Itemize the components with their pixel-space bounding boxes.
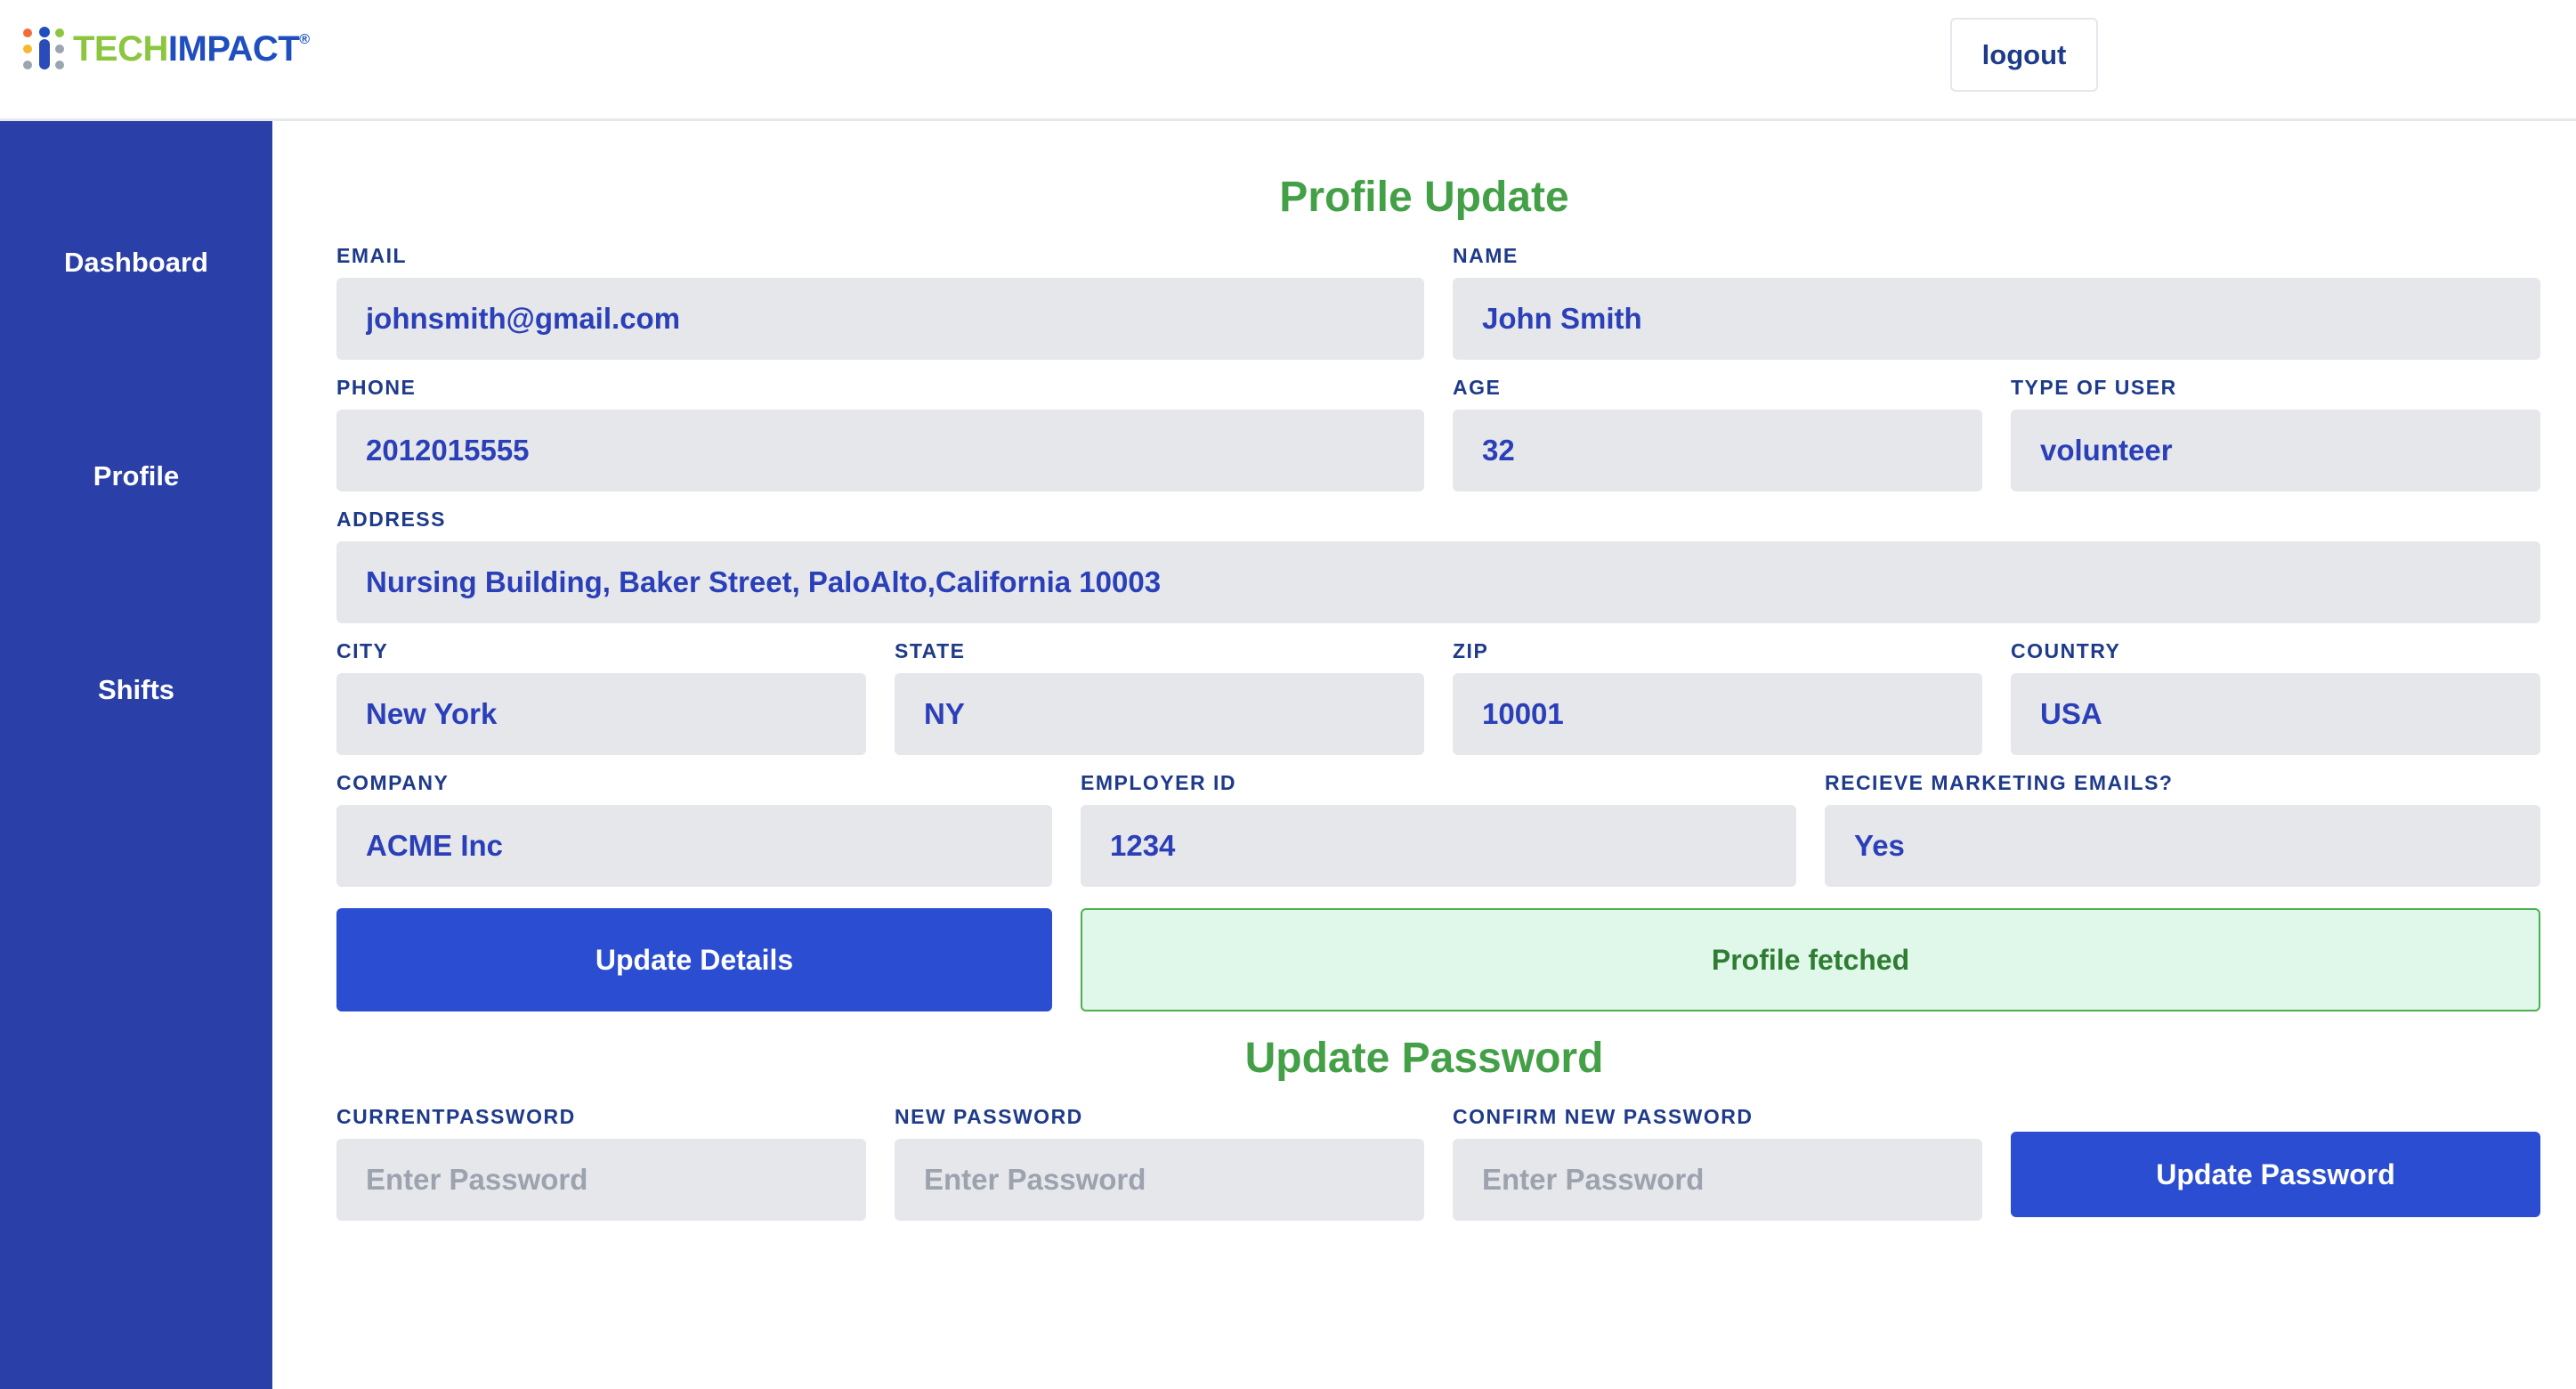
current-password-label: CURRENTPASSWORD	[336, 1105, 576, 1128]
sidebar-item-profile[interactable]: Profile	[0, 460, 272, 492]
profile-status-message: Profile fetched	[1081, 908, 2540, 1011]
logo-registered-mark: ®	[299, 32, 310, 47]
company-field[interactable]	[336, 805, 1052, 887]
email-label: EMAIL	[336, 244, 408, 267]
update-password-title: Update Password	[1244, 1035, 1604, 1082]
name-field[interactable]	[1453, 278, 2540, 360]
name-label: NAME	[1453, 244, 1519, 267]
employer-id-label: EMPLOYER ID	[1081, 771, 1236, 794]
logo-impact-text: IMPACT	[167, 29, 300, 69]
top-header: TECHIMPACT® logout	[0, 0, 2576, 121]
update-password-button[interactable]: Update Password	[2011, 1132, 2540, 1217]
sidebar-item-dashboard[interactable]: Dashboard	[0, 247, 272, 279]
profile-update-title: Profile Update	[1279, 174, 1569, 221]
city-label: CITY	[336, 639, 389, 662]
confirm-password-label: CONFIRM NEW PASSWORD	[1453, 1105, 1754, 1128]
logout-button[interactable]: logout	[1950, 18, 2098, 92]
company-label: COMPANY	[336, 771, 450, 794]
address-label: ADDRESS	[336, 508, 446, 531]
email-field[interactable]	[336, 278, 1424, 360]
country-field[interactable]	[2011, 673, 2540, 755]
new-password-label: NEW PASSWORD	[895, 1105, 1083, 1128]
type-of-user-label: TYPE OF USER	[2011, 376, 2177, 399]
update-details-button[interactable]: Update Details	[336, 908, 1052, 1011]
logo-tech-text: TECH	[73, 29, 168, 69]
logo-mark-icon	[23, 27, 66, 71]
age-label: AGE	[1453, 376, 1502, 399]
state-label: STATE	[895, 639, 966, 662]
address-field[interactable]	[336, 541, 2540, 623]
logo-wordmark: TECHIMPACT®	[73, 31, 310, 67]
sidebar-item-shifts[interactable]: Shifts	[0, 674, 272, 706]
current-password-field[interactable]	[336, 1139, 866, 1221]
new-password-field[interactable]	[895, 1139, 1424, 1221]
country-label: COUNTRY	[2011, 639, 2121, 662]
sidebar: Dashboard Profile Shifts	[0, 121, 272, 1389]
marketing-emails-label: RECIEVE MARKETING EMAILS?	[1825, 771, 2174, 794]
zip-field[interactable]	[1453, 673, 1982, 755]
employer-id-field[interactable]	[1081, 805, 1796, 887]
age-field[interactable]	[1453, 410, 1982, 491]
main-content: Profile Update EMAIL NAME PHONE AGE TYPE…	[272, 121, 2576, 1389]
techimpact-logo[interactable]: TECHIMPACT®	[23, 25, 310, 73]
city-field[interactable]	[336, 673, 866, 755]
marketing-emails-field[interactable]	[1825, 805, 2540, 887]
confirm-password-field[interactable]	[1453, 1139, 1982, 1221]
phone-field[interactable]	[336, 410, 1424, 491]
state-field[interactable]	[895, 673, 1424, 755]
phone-label: PHONE	[336, 376, 417, 399]
type-of-user-field[interactable]	[2011, 410, 2540, 491]
zip-label: ZIP	[1453, 639, 1489, 662]
